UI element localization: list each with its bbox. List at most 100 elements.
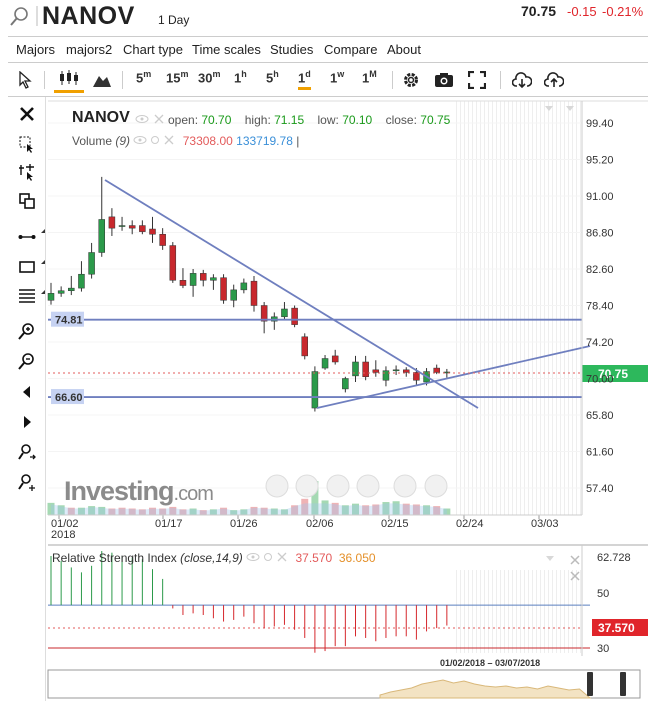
candle-body	[68, 287, 75, 291]
time-tick-label: 01/17	[155, 518, 183, 530]
time-axis: 01/02 01/17 01/26 02/06 02/15 02/24 03/032018	[48, 514, 582, 541]
rsi-tick-label: 30	[597, 643, 609, 655]
future-region-rsi	[456, 570, 582, 653]
price-tick-label: 95.20	[586, 155, 614, 167]
legend-rsi: Relative Strength Index (close,14,9) 37.…	[52, 551, 376, 565]
open-value: 70.70	[201, 113, 232, 127]
candle-body	[88, 252, 95, 275]
navigator-handle-right[interactable]	[620, 672, 626, 696]
rsi-value-1: 37.570	[295, 551, 333, 565]
candle-body	[403, 369, 410, 373]
high-value: 71.15	[274, 113, 305, 127]
candle-body	[240, 282, 248, 291]
pane-collapse-icon[interactable]	[546, 556, 554, 561]
price-tick-label: 86.80	[586, 228, 614, 240]
time-tick-label: 02/15	[381, 518, 409, 530]
legend-visibility-icon[interactable]	[135, 113, 165, 125]
candle-body	[47, 293, 55, 301]
future-region	[456, 101, 582, 515]
close-value: 70.75	[420, 113, 451, 127]
rsi-value-2: 36.050	[338, 551, 376, 565]
logo-suffix: .com	[173, 483, 214, 505]
candle-body	[321, 358, 329, 369]
candle-body	[98, 219, 105, 253]
candle-body	[362, 361, 369, 378]
legend-volume: Volume (9) 73308.00 133719.78 |	[72, 134, 299, 148]
zoom-ctl-pan-icon[interactable]	[393, 474, 417, 498]
volume-label: Volume	[72, 134, 113, 148]
price-tick-label: 61.60	[586, 447, 614, 459]
zoom-ctl-right-icon[interactable]	[295, 474, 319, 498]
candle-body	[159, 233, 166, 246]
price-tick-label: 91.00	[586, 191, 614, 203]
rsi-visibility-icon[interactable]	[246, 551, 292, 565]
navigator-range-label: 01/02/2018 – 03/07/2018	[440, 658, 541, 668]
candle-series	[47, 176, 451, 412]
legend-ohlc: open: 70.70 high: 71.15 low: 70.10 close…	[168, 113, 450, 127]
candle-body	[108, 216, 116, 229]
zoom-ctl-reset-icon[interactable]	[424, 474, 448, 498]
investing-logo: Investing.com	[64, 476, 214, 507]
candle-body	[230, 289, 237, 301]
trendline-down	[104, 179, 479, 409]
candle-body	[169, 245, 177, 281]
candle-body	[291, 307, 298, 325]
zoom-ctl-out-icon[interactable]	[326, 474, 350, 498]
price-tick-label: 57.40	[586, 483, 614, 495]
price-tick-label: 99.40	[586, 118, 614, 130]
legend-symbol: NANOV	[72, 109, 130, 126]
volume-value-2: 133719.78	[236, 134, 293, 148]
price-axis: 99.40 95.20 91.00 86.80 82.60 78.40 74.20 70.00…	[586, 118, 614, 495]
zoom-ctl-left-icon[interactable]	[265, 474, 289, 498]
candle-body	[78, 273, 85, 289]
candle-body	[301, 336, 308, 357]
candle-body	[311, 371, 319, 409]
candle-body	[352, 361, 359, 377]
candle-body	[118, 225, 126, 227]
hline-label: 66.60	[55, 392, 83, 404]
open-label: open:	[168, 113, 199, 127]
time-tick-label: 02/24	[456, 518, 484, 530]
legend-cursor: |	[296, 134, 300, 148]
candle-body	[413, 372, 420, 381]
rsi-params: (close,14,9)	[180, 551, 243, 565]
price-tick-label: 82.60	[586, 264, 614, 276]
zoom-ctl-in-icon[interactable]	[356, 474, 380, 498]
candle-body	[250, 280, 258, 306]
candle-body	[281, 308, 288, 318]
price-tick-label: 78.40	[586, 301, 614, 313]
price-tick-label: 74.20	[586, 337, 614, 349]
candle-body	[433, 367, 440, 373]
time-tick-label: 01/26	[230, 518, 258, 530]
candle-body	[139, 225, 146, 232]
chart-canvas[interactable]: 74.81 66.60 70.75 99.40 95.20 91.00 86.80 82.6…	[0, 0, 648, 701]
candle-body	[179, 280, 187, 286]
year-label: 2018	[51, 529, 75, 541]
candle-body	[200, 273, 207, 281]
candle-body	[210, 277, 217, 281]
hline-label: 74.81	[55, 315, 83, 327]
low-label: low:	[317, 113, 339, 127]
candle-body	[189, 273, 197, 286]
close-label: close:	[385, 113, 417, 127]
candle-body	[220, 277, 227, 301]
rsi-tick-label: 50	[597, 588, 609, 600]
zoom-controls	[265, 474, 448, 498]
volume-visibility-icon[interactable]	[133, 134, 179, 148]
candle-body	[372, 369, 380, 373]
navigator-handle-left[interactable]	[587, 672, 593, 696]
candle-body	[342, 378, 349, 390]
rsi-label: Relative Strength Index	[52, 551, 177, 565]
candle-body	[149, 228, 156, 235]
candle-body	[57, 290, 65, 294]
candle-body	[382, 370, 390, 381]
rsi-tick-label: 62.728	[597, 552, 631, 564]
high-label: high:	[244, 113, 271, 127]
candle-body	[331, 355, 339, 363]
price-tick-label: 65.80	[586, 410, 614, 422]
volume-param: (9)	[115, 134, 131, 148]
volume-value-1: 73308.00	[182, 134, 233, 148]
price-tick-label: 70.00	[586, 374, 614, 386]
logo-main: Investing	[64, 476, 175, 506]
low-value: 70.10	[342, 113, 373, 127]
